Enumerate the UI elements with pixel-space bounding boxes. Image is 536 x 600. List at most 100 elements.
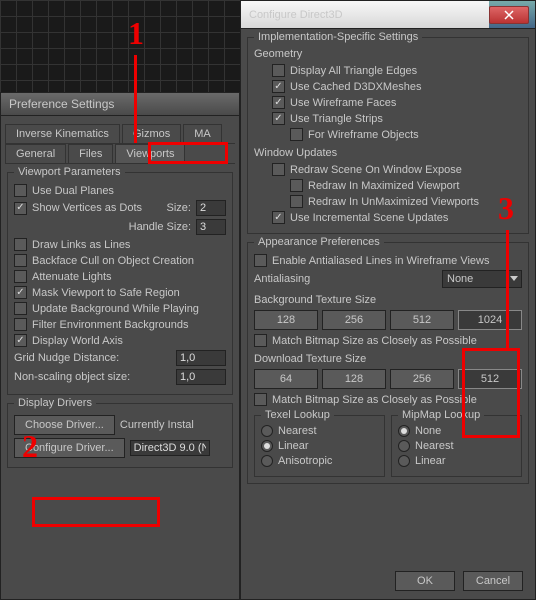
pref-tabs-row2: General Files Viewports — [5, 144, 235, 164]
lbl-linear: Linear — [278, 440, 309, 452]
size-input[interactable] — [196, 200, 226, 216]
appearance-preferences-group: Appearance Preferences Enable Antialiase… — [247, 242, 529, 484]
viewport-parameters-group: Viewport Parameters Use Dual Planes Show… — [7, 172, 233, 395]
tab-viewports[interactable]: Viewports — [115, 144, 185, 163]
rad-texel-linear[interactable] — [261, 440, 273, 452]
group-title: Appearance Preferences — [254, 236, 384, 248]
lbl-redraw-expose: Redraw Scene On Window Expose — [290, 164, 522, 176]
d3d-title: Configure Direct3D — [249, 9, 343, 21]
lbl-match-bg: Match Bitmap Size as Closely as Possible — [272, 335, 522, 347]
dl-size-256[interactable]: 256 — [390, 369, 454, 389]
aa-select[interactable]: None — [442, 270, 522, 288]
lbl-use-cached: Use Cached D3DXMeshes — [290, 81, 522, 93]
dl-size-512[interactable]: 512 — [458, 369, 522, 389]
chk-use-tristrips[interactable] — [272, 112, 285, 125]
close-button[interactable] — [489, 6, 529, 24]
lbl-mask-vp: Mask Viewport to Safe Region — [32, 287, 226, 299]
close-icon — [504, 10, 514, 20]
chk-draw-links[interactable] — [14, 238, 27, 251]
dl-size-64[interactable]: 64 — [254, 369, 318, 389]
handle-size-label: Handle Size: — [129, 221, 191, 233]
bg-tex-label: Background Texture Size — [254, 294, 522, 306]
lbl-display-world: Display World Axis — [32, 335, 226, 347]
bg-size-128[interactable]: 128 — [254, 310, 318, 330]
group-title: Texel Lookup — [261, 409, 334, 421]
pref-tabs-row1: Inverse Kinematics Gizmos MA — [5, 124, 235, 144]
bg-size-512[interactable]: 512 — [390, 310, 454, 330]
ok-button[interactable]: OK — [395, 571, 455, 591]
group-title: Viewport Parameters — [14, 166, 125, 178]
chk-use-wireframe[interactable] — [272, 96, 285, 109]
rad-texel-nearest[interactable] — [261, 425, 273, 437]
nonscale-label: Non-scaling object size: — [14, 371, 171, 383]
chk-display-edges[interactable] — [272, 64, 285, 77]
chk-update-bg[interactable] — [14, 302, 27, 315]
chk-attenuate[interactable] — [14, 270, 27, 283]
chk-redraw-expose[interactable] — [272, 163, 285, 176]
rad-mip-nearest[interactable] — [398, 440, 410, 452]
lbl-none: None — [415, 425, 441, 437]
lbl-show-vertices: Show Vertices as Dots — [32, 202, 162, 214]
lbl-draw-links: Draw Links as Lines — [32, 239, 226, 251]
lbl-use-tristrips: Use Triangle Strips — [290, 113, 522, 125]
nonscale-input[interactable] — [176, 369, 226, 385]
lbl-match-dl: Match Bitmap Size as Closely as Possible — [272, 394, 522, 406]
choose-driver-button[interactable]: Choose Driver... — [14, 415, 115, 435]
chk-dual-planes[interactable] — [14, 184, 27, 197]
aa-label: Antialiasing — [254, 273, 437, 285]
chk-filter-env[interactable] — [14, 318, 27, 331]
lbl-filter-env: Filter Environment Backgrounds — [32, 319, 226, 331]
grid-nudge-label: Grid Nudge Distance: — [14, 352, 171, 364]
group-title: MipMap Lookup — [398, 409, 484, 421]
lbl-for-wireframe: For Wireframe Objects — [308, 129, 522, 141]
chk-display-world[interactable] — [14, 334, 27, 347]
group-title: Display Drivers — [14, 397, 96, 409]
lbl-enable-aa: Enable Antialiased Lines in Wireframe Vi… — [272, 255, 522, 267]
chk-use-cached[interactable] — [272, 80, 285, 93]
grid-nudge-input[interactable] — [176, 350, 226, 366]
chevron-down-icon — [510, 276, 518, 282]
tab-files[interactable]: Files — [68, 144, 113, 163]
chk-match-bg[interactable] — [254, 334, 267, 347]
aa-value: None — [447, 273, 473, 285]
dl-tex-label: Download Texture Size — [254, 353, 522, 365]
configure-driver-button[interactable]: Configure Driver... — [14, 438, 125, 458]
chk-incremental[interactable] — [272, 211, 285, 224]
window-updates-label: Window Updates — [254, 147, 522, 159]
lbl-aniso: Anisotropic — [278, 455, 332, 467]
chk-enable-aa[interactable] — [254, 254, 267, 267]
lbl-attenuate: Attenuate Lights — [32, 271, 226, 283]
bg-size-1024[interactable]: 1024 — [458, 310, 522, 330]
dl-size-128[interactable]: 128 — [322, 369, 386, 389]
chk-redraw-max[interactable] — [290, 179, 303, 192]
texel-lookup-group: Texel Lookup Nearest Linear Anisotropic — [254, 415, 385, 477]
lbl-redraw-max: Redraw In Maximized Viewport — [308, 180, 522, 192]
rad-texel-aniso[interactable] — [261, 455, 273, 467]
chk-show-vertices[interactable] — [14, 202, 27, 215]
dialog-buttons: OK Cancel — [395, 571, 523, 591]
lbl-backface: Backface Cull on Object Creation — [32, 255, 226, 267]
lbl-update-bg: Update Background While Playing — [32, 303, 226, 315]
bg-size-buttons: 128 256 512 1024 — [254, 310, 522, 330]
implementation-settings-group: Implementation-Specific Settings Geometr… — [247, 37, 529, 234]
lbl-linear: Linear — [415, 455, 446, 467]
chk-for-wireframe[interactable] — [290, 128, 303, 141]
tab-general[interactable]: General — [5, 144, 66, 163]
preference-settings-window: Preference Settings Inverse Kinematics G… — [0, 92, 240, 600]
handle-size-input[interactable] — [196, 219, 226, 235]
tab-ma[interactable]: MA — [183, 124, 222, 143]
chk-backface[interactable] — [14, 254, 27, 267]
pref-window-title: Preference Settings — [1, 93, 239, 116]
chk-match-dl[interactable] — [254, 393, 267, 406]
display-drivers-group: Display Drivers Choose Driver... Current… — [7, 403, 233, 468]
bg-size-256[interactable]: 256 — [322, 310, 386, 330]
rad-mip-none[interactable] — [398, 425, 410, 437]
chk-mask-vp[interactable] — [14, 286, 27, 299]
lbl-display-edges: Display All Triangle Edges — [290, 65, 522, 77]
currently-installed-label: Currently Instal — [120, 419, 194, 431]
tab-gizmos[interactable]: Gizmos — [122, 124, 181, 143]
tab-inverse-kinematics[interactable]: Inverse Kinematics — [5, 124, 120, 143]
cancel-button[interactable]: Cancel — [463, 571, 523, 591]
chk-redraw-unmax[interactable] — [290, 195, 303, 208]
rad-mip-linear[interactable] — [398, 455, 410, 467]
